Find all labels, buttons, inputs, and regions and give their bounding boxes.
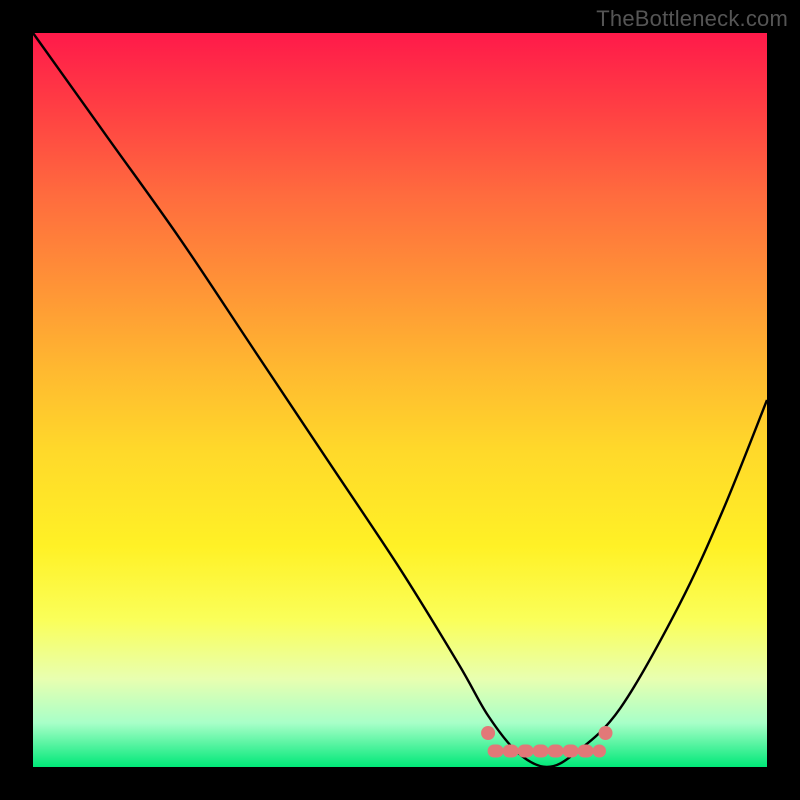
chart-plot-area bbox=[33, 33, 767, 767]
watermark-text: TheBottleneck.com bbox=[596, 6, 788, 32]
bottleneck-curve-svg bbox=[33, 33, 767, 767]
bottleneck-curve-line bbox=[33, 33, 767, 767]
